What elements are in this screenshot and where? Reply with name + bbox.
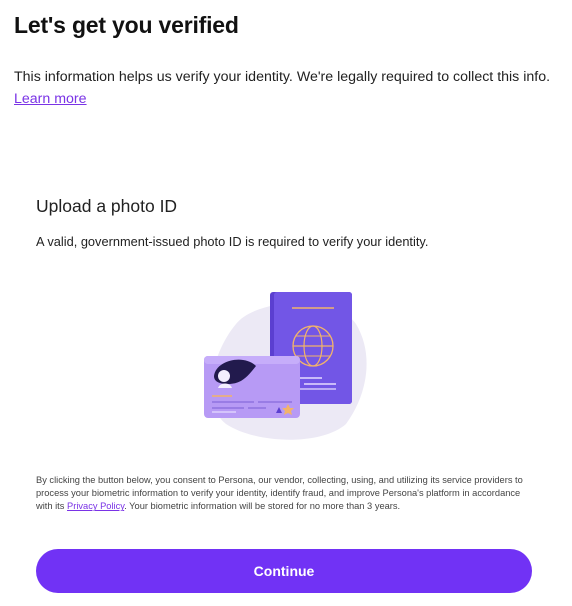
page-title: Let's get you verified [14,12,239,38]
id-documents-illustration [196,284,370,442]
intro-description: This information helps us verify your id… [14,69,551,85]
continue-button[interactable]: Continue [36,549,532,593]
consent-retention: . Your biometric information will be sto… [124,501,401,512]
privacy-policy-link[interactable]: Privacy Policy [67,501,124,511]
upload-section-description: A valid, government-issued photo ID is r… [36,234,429,249]
intro-text: This information helps us verify your id… [14,66,559,110]
learn-more-link[interactable]: Learn more [14,91,87,107]
consent-text: By clicking the button below, you consen… [36,474,536,514]
id-documents-icon [204,292,367,440]
upload-section-title: Upload a photo ID [36,196,178,216]
